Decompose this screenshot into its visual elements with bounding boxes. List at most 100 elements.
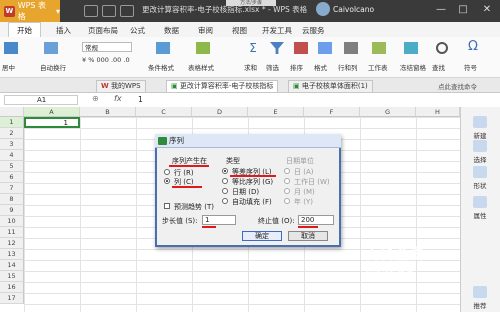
- row-header[interactable]: 7: [0, 183, 24, 194]
- undo-icon[interactable]: [84, 5, 98, 17]
- format-symbols[interactable]: ¥ % 000 .00 .0: [82, 56, 130, 64]
- trend-checkbox[interactable]: [164, 203, 170, 209]
- symbol-button[interactable]: 符号: [464, 62, 477, 72]
- tab-formula[interactable]: 公式: [130, 25, 145, 36]
- row-header[interactable]: 16: [0, 282, 24, 293]
- decrease-decimal-symbol[interactable]: .0: [123, 56, 129, 64]
- row-column-button[interactable]: 行和列: [338, 62, 358, 72]
- table-style-button[interactable]: 表格样式: [188, 62, 214, 72]
- row-header[interactable]: 1: [0, 117, 24, 128]
- radio-date[interactable]: [222, 188, 228, 194]
- merge-icon[interactable]: [4, 42, 18, 54]
- find-icon[interactable]: [436, 42, 448, 54]
- user-account[interactable]: Caivolcano: [316, 2, 374, 16]
- radio-autofill[interactable]: [222, 198, 228, 204]
- row-header[interactable]: 10: [0, 216, 24, 227]
- selected-cell-a1[interactable]: 1: [24, 117, 80, 128]
- sidebar-item-new[interactable]: 新建: [462, 116, 498, 140]
- column-header[interactable]: F: [304, 107, 360, 117]
- formula-input[interactable]: 1: [138, 95, 143, 104]
- sidebar-item-shape[interactable]: 形状: [462, 166, 498, 190]
- sum-button[interactable]: 求和: [244, 62, 257, 72]
- column-header[interactable]: G: [360, 107, 416, 117]
- radio-column[interactable]: [164, 178, 170, 184]
- tab-home[interactable]: 开始: [8, 22, 41, 38]
- filter-button[interactable]: 筛选: [266, 62, 279, 72]
- wrap-text-button[interactable]: 自动换行: [40, 62, 66, 72]
- radio-geometric-label[interactable]: 等比序列 (G): [232, 177, 273, 187]
- row-column-icon[interactable]: [344, 42, 358, 54]
- row-header[interactable]: 11: [0, 227, 24, 238]
- wps-menu-button[interactable]: W WPS 表格 ▾: [0, 0, 60, 22]
- freeze-panes-button[interactable]: 冻结窗格: [400, 62, 426, 72]
- minimize-button[interactable]: —: [432, 2, 450, 18]
- conditional-format-button[interactable]: 条件格式: [148, 62, 174, 72]
- freeze-panes-icon[interactable]: [404, 42, 418, 54]
- sidebar-item-select[interactable]: 选择: [462, 140, 498, 164]
- cancel-button[interactable]: 取消: [288, 231, 328, 241]
- radio-autofill-label[interactable]: 自动填充 (F): [232, 197, 272, 207]
- radio-date-label[interactable]: 日期 (D): [232, 187, 259, 197]
- fx-label[interactable]: fx: [114, 94, 122, 103]
- sort-button[interactable]: 排序: [290, 62, 303, 72]
- format-icon[interactable]: [318, 42, 332, 54]
- tab-document-active[interactable]: ▣ 更改计算容积率-电子校核指标: [166, 80, 279, 92]
- tab-page-layout[interactable]: 页面布局: [88, 25, 118, 36]
- worksheet-icon[interactable]: [372, 42, 386, 54]
- close-button[interactable]: ✕: [478, 2, 496, 18]
- tab-insert[interactable]: 插入: [56, 25, 71, 36]
- column-header[interactable]: C: [136, 107, 192, 117]
- column-header[interactable]: B: [80, 107, 136, 117]
- tab-cloud[interactable]: 云服务: [302, 25, 325, 36]
- zoom-icon[interactable]: ⊕: [92, 94, 99, 103]
- maximize-button[interactable]: □: [454, 2, 472, 18]
- column-header[interactable]: E: [248, 107, 304, 117]
- tab-data[interactable]: 数据: [164, 25, 179, 36]
- number-format-combo[interactable]: 常规: [82, 42, 132, 52]
- row-header[interactable]: 5: [0, 161, 24, 172]
- table-style-icon[interactable]: [196, 42, 210, 54]
- row-header[interactable]: 6: [0, 172, 24, 183]
- row-header[interactable]: 12: [0, 238, 24, 249]
- tab-developer[interactable]: 开发工具: [262, 25, 292, 36]
- sidebar-item-property[interactable]: 属性: [462, 196, 498, 220]
- tab-document[interactable]: ▣ 电子校核单体面积(1): [288, 80, 373, 92]
- row-header[interactable]: 17: [0, 293, 24, 304]
- column-header[interactable]: A: [24, 107, 80, 117]
- sum-icon[interactable]: Σ: [246, 42, 260, 54]
- merge-center-button[interactable]: 居中: [2, 62, 15, 72]
- print-icon[interactable]: [120, 5, 134, 17]
- find-button[interactable]: 查找: [432, 62, 445, 72]
- row-header[interactable]: 9: [0, 205, 24, 216]
- row-header[interactable]: 2: [0, 128, 24, 139]
- column-header[interactable]: D: [192, 107, 248, 117]
- row-header[interactable]: 14: [0, 260, 24, 271]
- row-header[interactable]: 13: [0, 249, 24, 260]
- wrap-text-icon[interactable]: [44, 42, 58, 54]
- row-header[interactable]: 3: [0, 139, 24, 150]
- stop-input[interactable]: 200: [298, 215, 334, 225]
- radio-geometric[interactable]: [222, 178, 228, 184]
- omega-icon[interactable]: Ω: [466, 40, 480, 54]
- sidebar-item-recommend[interactable]: 推荐: [462, 286, 498, 310]
- name-box[interactable]: A1: [4, 95, 78, 105]
- tab-my-wps[interactable]: W 我的WPS: [96, 80, 146, 92]
- currency-symbol[interactable]: ¥: [82, 56, 86, 64]
- tab-view[interactable]: 视图: [232, 25, 247, 36]
- save-icon[interactable]: [102, 5, 116, 17]
- corner-select-all[interactable]: [0, 107, 24, 117]
- column-header[interactable]: H: [416, 107, 460, 117]
- row-header[interactable]: 8: [0, 194, 24, 205]
- worksheet-button[interactable]: 工作表: [368, 62, 388, 72]
- percent-symbol[interactable]: %: [88, 56, 94, 64]
- sort-icon[interactable]: [294, 42, 308, 54]
- row-header[interactable]: 15: [0, 271, 24, 282]
- format-button[interactable]: 格式: [314, 62, 327, 72]
- radio-arithmetic[interactable]: [222, 168, 228, 174]
- increase-decimal-symbol[interactable]: .00: [111, 56, 121, 64]
- conditional-format-icon[interactable]: [156, 42, 170, 54]
- ok-button[interactable]: 确定: [242, 231, 282, 241]
- thousands-symbol[interactable]: 000: [96, 56, 108, 64]
- radio-row[interactable]: [164, 169, 170, 175]
- tab-review[interactable]: 审阅: [198, 25, 213, 36]
